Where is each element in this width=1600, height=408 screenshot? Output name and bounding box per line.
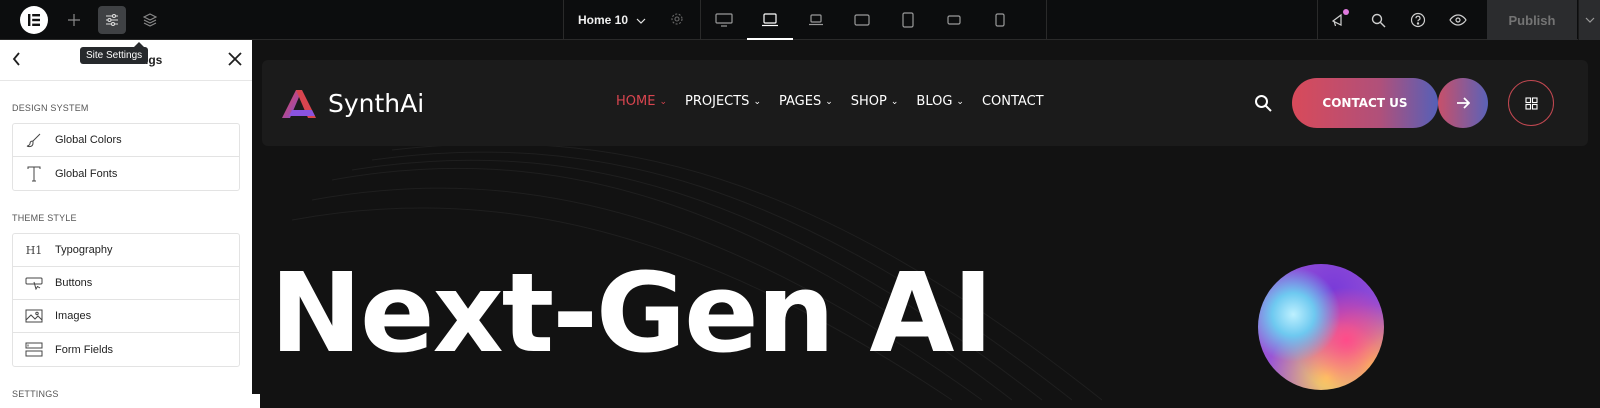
form-fields-item[interactable]: Form Fields [13, 333, 239, 366]
chevron-down-icon: ⌄ [890, 96, 899, 107]
search-icon[interactable] [1254, 94, 1272, 117]
plus-icon[interactable] [60, 6, 88, 34]
laptop-wide-icon[interactable] [747, 0, 793, 40]
close-icon[interactable] [228, 52, 242, 69]
chevron-down-icon: ⌄ [659, 96, 667, 107]
device-switcher [701, 0, 1047, 40]
editor-topbar: Home 10 Publish [0, 0, 1600, 40]
nav-label: PAGES [778, 94, 822, 109]
nav-item-blog[interactable]: BLOG ⌄ [916, 94, 964, 109]
font-icon [25, 166, 43, 182]
nav-item-home[interactable]: HOME ⌄ [616, 94, 667, 109]
contact-us-button[interactable]: CONTACT US [1292, 78, 1438, 128]
hero-title: Next-Gen AI [270, 249, 993, 377]
nav-label: HOME [616, 94, 656, 109]
site-header: SynthAi HOME ⌄ PROJECTS ⌄ PAGES ⌄ SHOP ⌄… [262, 60, 1588, 146]
theme-style-group: H1 Typography Buttons Images Form Fields [12, 233, 240, 367]
chevron-down-icon: ⌄ [753, 96, 761, 107]
buttons-item[interactable]: Buttons [13, 267, 239, 300]
page-name: Home 10 [578, 13, 629, 27]
publish-options-chevron-icon[interactable] [1578, 0, 1600, 40]
images-item[interactable]: Images [13, 300, 239, 333]
sliders-icon[interactable] [98, 6, 126, 34]
right-tools [1317, 0, 1477, 40]
brand[interactable]: SynthAi [282, 88, 424, 118]
grid-menu-icon[interactable] [1508, 80, 1554, 126]
desktop-icon[interactable] [701, 0, 747, 40]
mobile-icon[interactable] [977, 0, 1023, 40]
site-settings-panel: Site Settings Design System Global Color… [0, 40, 252, 408]
global-fonts-item[interactable]: Global Fonts [13, 157, 239, 190]
mobile-landscape-icon[interactable] [931, 0, 977, 40]
laptop-icon[interactable] [793, 0, 839, 40]
canvas-edge [252, 394, 260, 408]
brand-name: SynthAi [328, 88, 425, 118]
nav-label: PROJECTS [685, 94, 750, 109]
item-label: Buttons [55, 277, 93, 289]
section-title-theme-style: Theme Style [12, 213, 77, 223]
item-label: Form Fields [55, 343, 114, 356]
typography-item[interactable]: H1 Typography [13, 234, 239, 267]
heading-icon: H1 [25, 243, 43, 257]
nav-label: BLOG [916, 94, 953, 109]
layers-icon[interactable] [136, 6, 164, 34]
nav-item-contact[interactable]: CONTACT [982, 94, 1044, 109]
arrow-right-icon[interactable] [1438, 78, 1488, 128]
search-icon[interactable] [1368, 10, 1388, 30]
button-icon [25, 275, 43, 291]
form-icon [25, 342, 43, 358]
brush-icon [25, 132, 43, 148]
nav-item-projects[interactable]: PROJECTS ⌄ [685, 94, 761, 109]
nav-label: SHOP [850, 94, 887, 109]
item-label: Global Fonts [55, 167, 118, 180]
chevron-down-icon: ⌄ [825, 96, 833, 107]
main-nav: HOME ⌄ PROJECTS ⌄ PAGES ⌄ SHOP ⌄ BLOG ⌄ … [616, 94, 1062, 109]
elementor-logo-icon[interactable] [20, 6, 48, 34]
design-system-group: Global Colors Global Fonts [12, 123, 240, 191]
synthai-logo-icon [282, 90, 316, 118]
back-arrow-icon[interactable] [12, 52, 22, 69]
tablet-landscape-icon[interactable] [839, 0, 885, 40]
preview-eye-icon[interactable] [1448, 10, 1468, 30]
section-title-design-system: Design System [12, 103, 89, 113]
help-icon[interactable] [1408, 10, 1428, 30]
editor-canvas[interactable]: SynthAi HOME ⌄ PROJECTS ⌄ PAGES ⌄ SHOP ⌄… [252, 40, 1600, 408]
section-title-settings: Settings [12, 389, 59, 399]
item-label: Typography [55, 244, 113, 256]
nav-item-shop[interactable]: SHOP ⌄ [851, 94, 899, 109]
megaphone-icon[interactable] [1328, 9, 1349, 30]
item-label: Images [55, 310, 92, 322]
item-label: Global Colors [55, 134, 122, 146]
notification-dot [1343, 9, 1349, 15]
gear-icon[interactable] [670, 12, 684, 29]
tablet-icon[interactable] [885, 0, 931, 40]
nav-label: CONTACT [981, 94, 1044, 109]
publish-button[interactable]: Publish [1487, 0, 1577, 40]
site-settings-tooltip: Site Settings [80, 42, 149, 64]
gradient-orb-image [1258, 264, 1384, 390]
global-colors-item[interactable]: Global Colors [13, 124, 239, 157]
nav-item-pages[interactable]: PAGES ⌄ [779, 94, 833, 109]
page-selector[interactable]: Home 10 [563, 0, 701, 40]
image-icon [25, 308, 43, 324]
chevron-down-icon: ⌄ [956, 96, 964, 107]
chevron-down-icon [636, 13, 646, 27]
